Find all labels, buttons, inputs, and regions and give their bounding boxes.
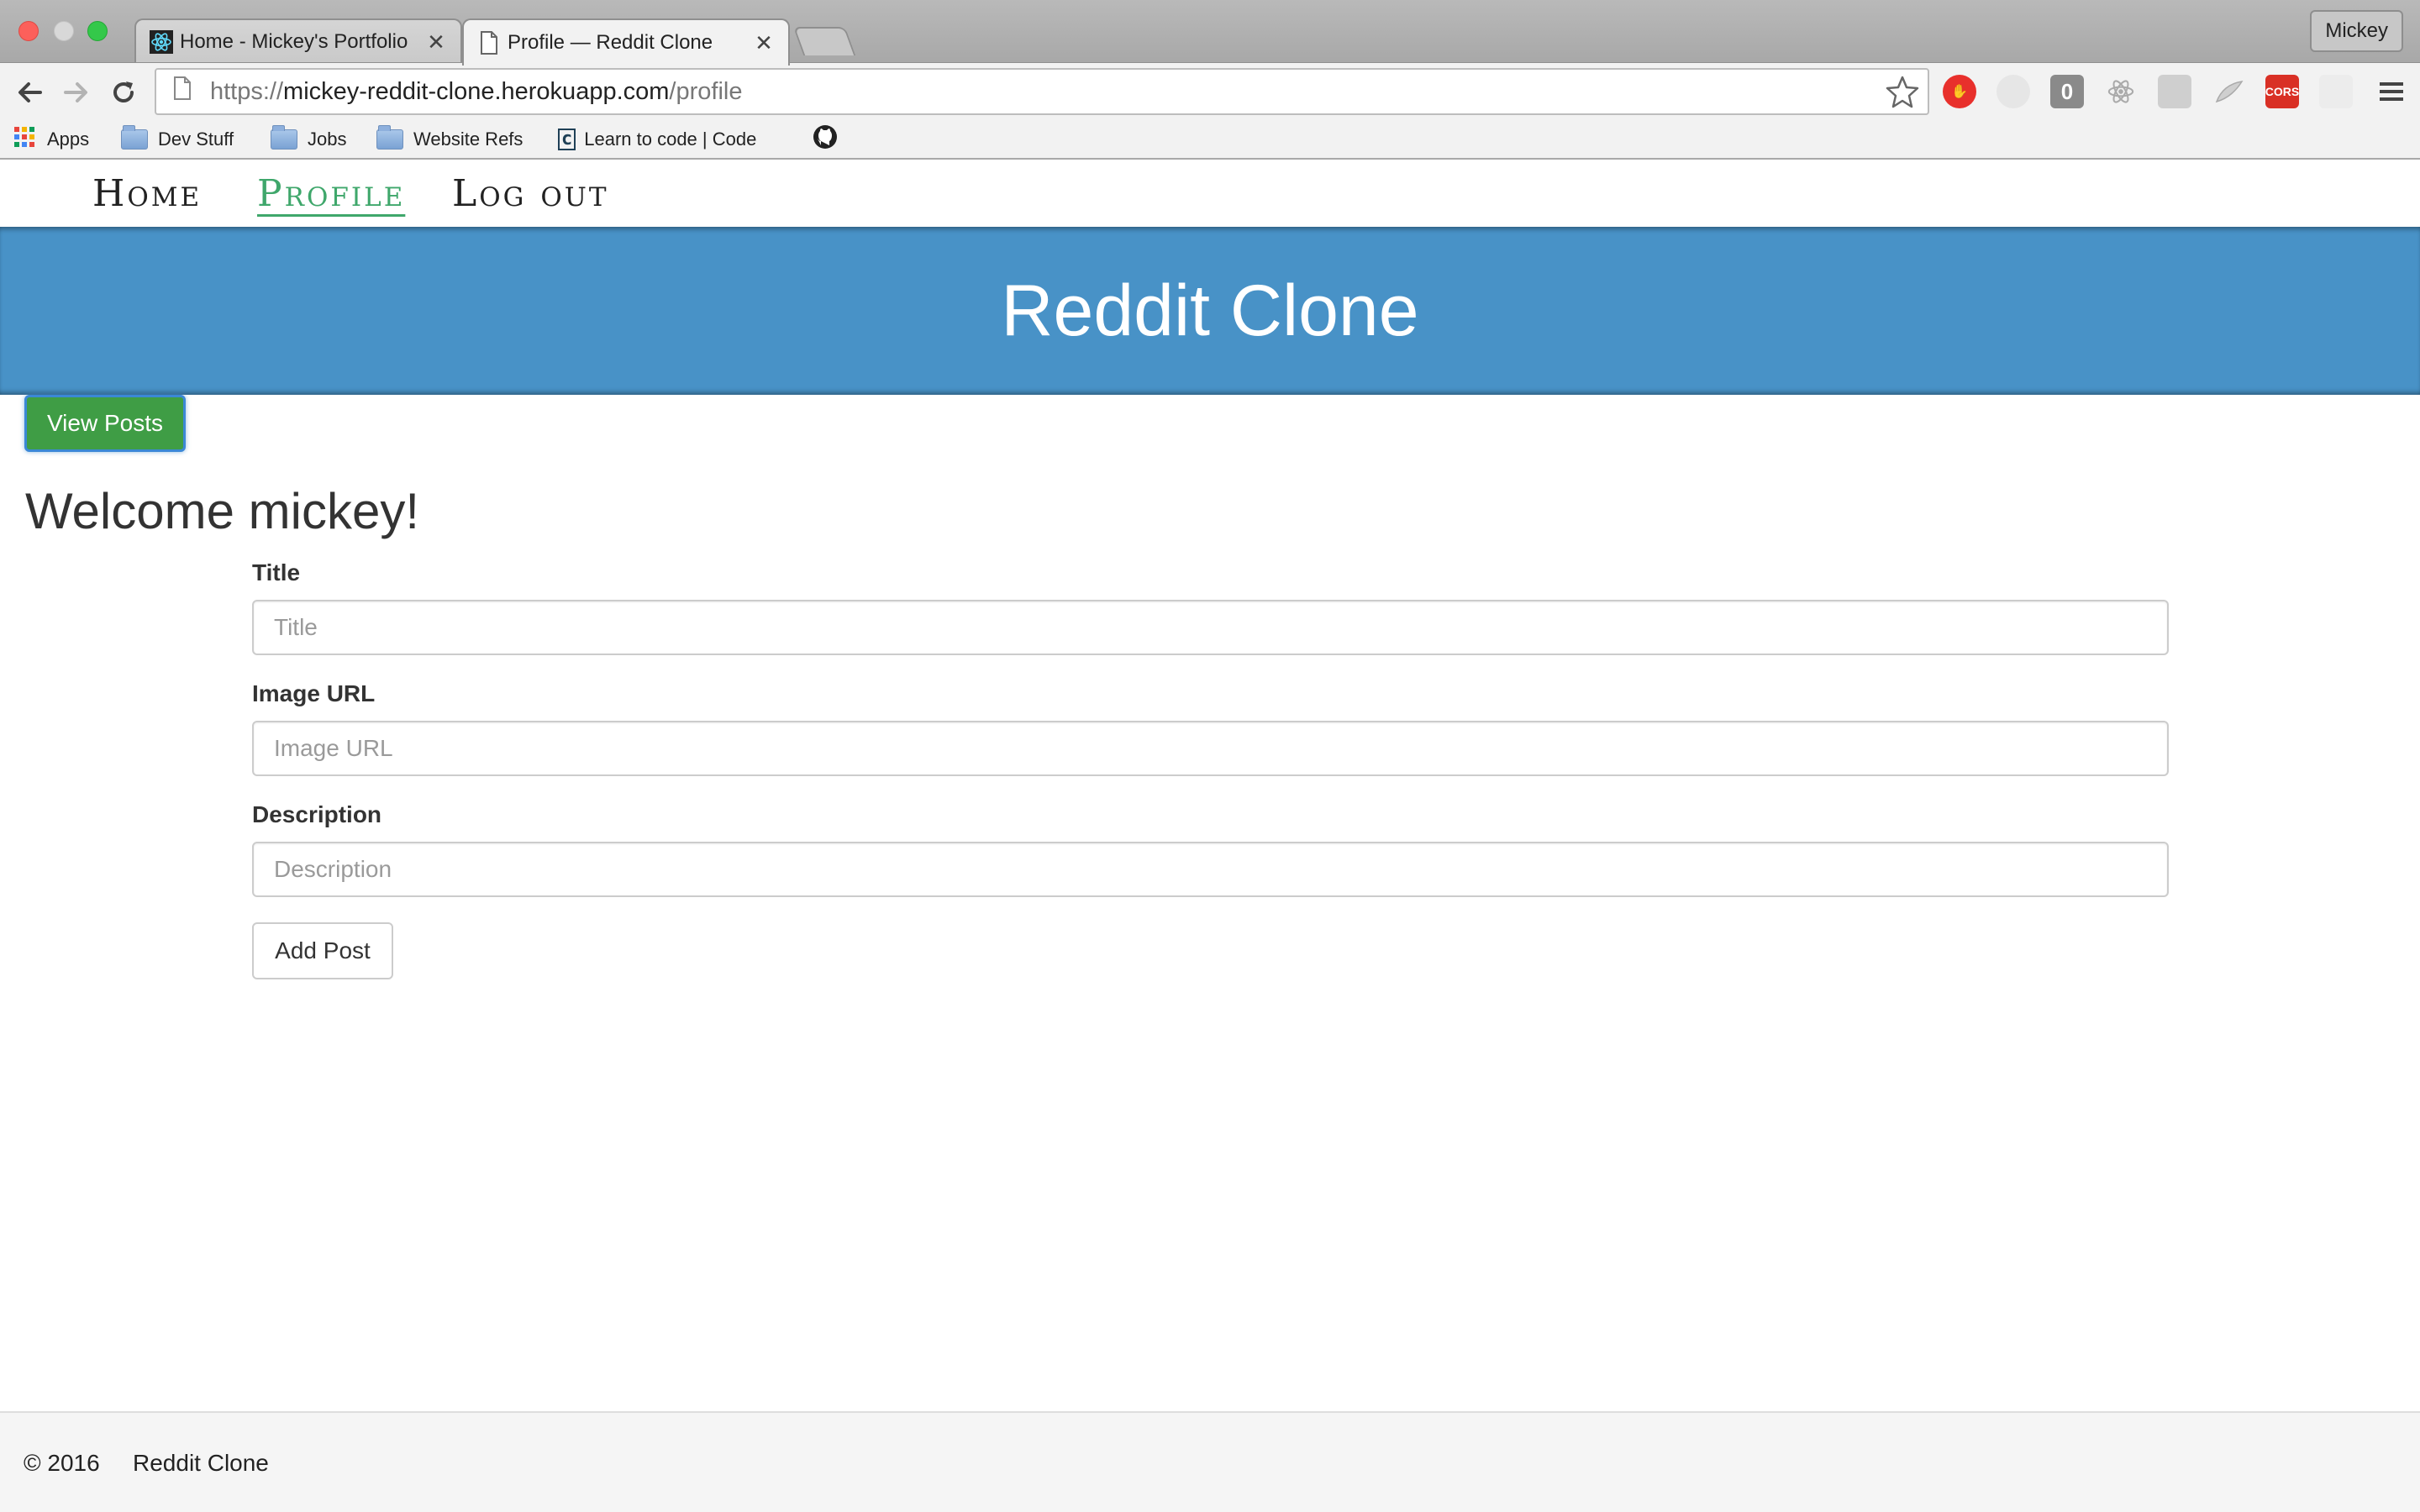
bookmark-label: Website Refs (413, 129, 523, 150)
cors-extension-icon[interactable]: CORS (2265, 75, 2299, 108)
title-label: Title (252, 559, 301, 585)
site-footer: © 2016 Reddit Clone (0, 1411, 2420, 1512)
footer-brand-link[interactable]: Reddit Clone (133, 1450, 269, 1477)
minimize-window-button[interactable] (54, 21, 74, 41)
bookmark-label: Learn to code | Code (584, 129, 757, 150)
add-post-form: Title Image URL Description Add Post (252, 559, 2169, 979)
github-icon (812, 123, 839, 155)
nav-logout-link[interactable]: Log out (452, 161, 609, 227)
forward-arrow-icon[interactable] (55, 71, 97, 113)
react-icon (150, 30, 173, 54)
image-url-label: Image URL (252, 680, 376, 706)
maximize-window-button[interactable] (87, 21, 108, 41)
folder-icon (121, 125, 148, 150)
title-field-group: Title (252, 559, 2169, 655)
adblock-icon[interactable]: ✋ (1943, 75, 1976, 108)
description-label: Description (252, 801, 382, 827)
close-tab-icon[interactable]: ✕ (425, 29, 447, 55)
page-icon (477, 31, 501, 55)
url-path: /profile (669, 77, 743, 105)
browser-tab-strip: Home - Mickey's Portfolio ✕ Profile — Re… (0, 0, 2420, 66)
welcome-heading: Welcome mickey! (25, 483, 419, 539)
tab-title: Home - Mickey's Portfolio (180, 30, 408, 53)
browser-toolbar: https://mickey-reddit-clone.herokuapp.co… (0, 62, 2420, 121)
new-tab-button[interactable] (792, 27, 856, 55)
reload-icon[interactable] (103, 71, 145, 113)
view-posts-button[interactable]: View Posts (24, 395, 186, 452)
bookmark-label: Jobs (308, 129, 347, 150)
bookmark-label: Dev Stuff (158, 129, 234, 150)
bookmark-apps[interactable]: Apps (13, 121, 89, 158)
back-arrow-icon[interactable] (8, 71, 50, 113)
tab-title: Profile — Reddit Clone (508, 31, 713, 54)
nav-profile-link[interactable]: Profile (257, 161, 405, 227)
footer-copyright: © 2016 (24, 1450, 100, 1476)
image-url-input[interactable] (252, 721, 2169, 776)
image-url-field-group: Image URL (252, 680, 2169, 776)
menu-icon[interactable] (2375, 75, 2408, 108)
extension-icon[interactable] (1996, 75, 2030, 108)
tab-home-portfolio[interactable]: Home - Mickey's Portfolio ✕ (134, 18, 462, 64)
title-input[interactable] (252, 600, 2169, 655)
close-window-button[interactable] (18, 21, 39, 41)
bookmark-folder-jobs[interactable]: Jobs (271, 121, 346, 158)
counter-extension-icon[interactable]: 0 (2050, 75, 2084, 108)
close-tab-icon[interactable]: ✕ (753, 30, 775, 56)
bookmark-folder-dev-stuff[interactable]: Dev Stuff (121, 121, 234, 158)
bookmark-github[interactable] (812, 121, 839, 158)
bookmark-star-icon[interactable] (1884, 73, 1921, 117)
bookmark-label: Apps (47, 129, 90, 150)
description-input[interactable] (252, 842, 2169, 897)
tab-profile-reddit-clone[interactable]: Profile — Reddit Clone ✕ (462, 18, 790, 66)
feather-extension-icon[interactable] (2212, 75, 2245, 108)
address-bar[interactable]: https://mickey-reddit-clone.herokuapp.co… (155, 68, 1929, 115)
page-icon (173, 76, 198, 107)
banner-title: Reddit Clone (1001, 270, 1419, 351)
bookmarks-bar: Apps Dev Stuff Jobs Website Refs c Learn… (0, 121, 2420, 160)
folder-icon (271, 125, 297, 150)
folder-icon (376, 125, 403, 150)
extension-icon[interactable] (2319, 75, 2353, 108)
site-banner: Reddit Clone (0, 227, 2420, 395)
browser-profile-button[interactable]: Mickey (2310, 10, 2403, 52)
url-scheme: https:// (210, 77, 284, 105)
codecademy-icon: c (558, 129, 576, 150)
add-post-button[interactable]: Add Post (252, 922, 393, 979)
nav-home-link[interactable]: Home (92, 161, 202, 227)
apps-grid-icon (13, 126, 35, 153)
bookmark-learn-to-code[interactable]: c Learn to code | Code (558, 121, 790, 158)
description-field-group: Description (252, 801, 2169, 897)
url-host: mickey-reddit-clone.herokuapp.com (283, 77, 670, 105)
extension-icon[interactable] (2158, 75, 2191, 108)
site-navbar: Home Profile Log out (0, 161, 2420, 227)
bookmark-folder-website-refs[interactable]: Website Refs (376, 121, 523, 158)
react-devtools-icon[interactable] (2104, 75, 2138, 108)
